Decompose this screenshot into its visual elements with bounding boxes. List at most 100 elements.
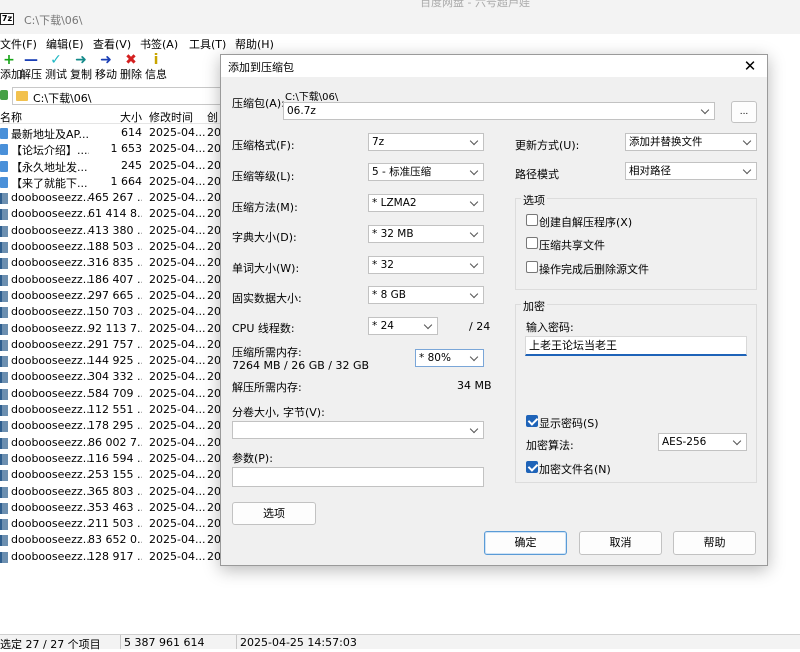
encrypt-names-checkbox[interactable] <box>526 461 538 473</box>
file-row[interactable]: 最新地址及AP... 614 2025-04... 20 <box>0 125 240 141</box>
path-mode-select[interactable]: 相对路径 <box>625 162 757 180</box>
menu-view[interactable]: 查看(V) <box>93 36 131 52</box>
memory-usage-select[interactable]: * 80% <box>415 349 484 367</box>
file-row[interactable]: doobooseezz... 83 652 0... 2025-04... 20 <box>0 532 240 548</box>
update-mode-select[interactable]: 添加并替换文件 <box>625 133 757 151</box>
show-password-checkbox[interactable] <box>526 415 538 427</box>
delete-button[interactable]: ✖ 删除 <box>119 52 143 82</box>
file-row[interactable]: doobooseezz... 211 503 ... 2025-04... 20 <box>0 516 240 532</box>
cancel-button[interactable]: 取消 <box>579 531 662 555</box>
menu-bookmarks[interactable]: 书签(A) <box>140 36 178 52</box>
level-select[interactable]: 5 - 标准压缩 <box>368 163 484 181</box>
up-folder-icon[interactable] <box>0 90 8 100</box>
file-name: doobooseezz... <box>11 386 89 400</box>
column-name[interactable]: 名称 <box>0 109 22 125</box>
copy-button[interactable]: ➜ 复制 <box>69 52 93 82</box>
file-row[interactable]: doobooseezz... 186 407 ... 2025-04... 20 <box>0 272 240 288</box>
parameters-input[interactable] <box>232 467 484 487</box>
dictionary-select[interactable]: * 32 MB <box>368 225 484 243</box>
file-created: 20 <box>207 240 221 254</box>
menu-edit[interactable]: 编辑(E) <box>46 36 84 52</box>
volume-size-combo[interactable] <box>232 421 484 439</box>
solid-size-select[interactable]: * 8 GB <box>368 286 484 304</box>
file-row[interactable]: doobooseezz... 61 414 8... 2025-04... 20 <box>0 206 240 222</box>
file-name: doobooseezz... <box>11 191 89 205</box>
file-row[interactable]: doobooseezz... 253 155 ... 2025-04... 20 <box>0 467 240 483</box>
file-row[interactable]: doobooseezz... 128 917 ... 2025-04... 20 <box>0 549 240 565</box>
document-icon <box>0 128 8 139</box>
sfx-checkbox[interactable] <box>526 214 538 226</box>
extract-button[interactable]: — 解压 <box>19 52 43 82</box>
file-row[interactable]: doobooseezz... 150 703 ... 2025-04... 20 <box>0 304 240 320</box>
archive-icon <box>0 486 8 498</box>
file-row[interactable]: doobooseezz... 584 709 ... 2025-04... 20 <box>0 386 240 402</box>
menu-help[interactable]: 帮助(H) <box>235 36 274 52</box>
file-row[interactable]: 【论坛介绍】.... 1 653 2025-04... 20 <box>0 141 240 157</box>
file-created: 20 <box>207 549 221 563</box>
file-row[interactable]: 【来了就能下... 1 664 2025-04... 20 <box>0 174 240 190</box>
file-row[interactable]: doobooseezz... 291 757 ... 2025-04... 20 <box>0 337 240 353</box>
menu-file[interactable]: 文件(F) <box>0 36 37 52</box>
cpu-threads-select[interactable]: * 24 <box>368 317 438 335</box>
file-created: 20 <box>207 468 221 482</box>
move-button[interactable]: ➜ 移动 <box>94 52 118 82</box>
archive-icon <box>0 535 8 547</box>
column-created[interactable]: 创 <box>207 109 218 125</box>
file-row[interactable]: doobooseezz... 365 803 ... 2025-04... 20 <box>0 484 240 500</box>
file-created: 20 <box>207 207 221 221</box>
options-button[interactable]: 选项 <box>232 502 316 525</box>
file-row[interactable]: doobooseezz... 304 332 ... 2025-04... 20 <box>0 369 240 385</box>
dialog-title: 添加到压缩包 <box>228 61 294 74</box>
file-name: doobooseezz... <box>11 517 89 531</box>
file-row[interactable]: doobooseezz... 144 925 ... 2025-04... 20 <box>0 353 240 369</box>
chevron-down-icon <box>469 289 479 299</box>
file-modified: 2025-04... <box>149 191 206 205</box>
file-row[interactable]: doobooseezz... 297 665 ... 2025-04... 20 <box>0 288 240 304</box>
encryption-method-select[interactable]: AES-256 <box>658 433 747 451</box>
file-name: doobooseezz... <box>11 549 89 563</box>
chevron-down-icon <box>469 352 479 362</box>
info-button[interactable]: i 信息 <box>144 52 168 82</box>
file-row[interactable]: doobooseezz... 353 463 ... 2025-04... 20 <box>0 500 240 516</box>
file-row[interactable]: doobooseezz... 178 295 ... 2025-04... 20 <box>0 418 240 434</box>
file-row[interactable]: doobooseezz... 86 002 7... 2025-04... 20 <box>0 435 240 451</box>
file-modified: 2025-04... <box>149 272 206 286</box>
format-value: 7z <box>372 136 385 148</box>
format-select[interactable]: 7z <box>368 133 484 151</box>
word-size-select[interactable]: * 32 <box>368 256 484 274</box>
shared-files-checkbox[interactable] <box>526 237 538 249</box>
file-row[interactable]: 【永久地址发... 245 2025-04... 20 <box>0 158 240 174</box>
archive-icon <box>0 307 8 319</box>
file-name: doobooseezz... <box>11 223 89 237</box>
password-input[interactable]: 上老王论坛当老王 <box>525 336 747 356</box>
file-name: doobooseezz... <box>11 419 89 433</box>
file-row[interactable]: doobooseezz... 316 835 ... 2025-04... 20 <box>0 255 240 271</box>
file-row[interactable]: doobooseezz... 413 380 ... 2025-04... 20 <box>0 223 240 239</box>
ok-button[interactable]: 确定 <box>484 531 567 555</box>
delete-after-checkbox[interactable] <box>526 261 538 273</box>
archive-icon <box>0 242 8 254</box>
file-name: 最新地址及AP... <box>11 128 89 141</box>
column-modified[interactable]: 修改时间 <box>149 109 193 125</box>
browse-button[interactable]: ... <box>731 101 757 123</box>
archive-icon <box>0 193 8 205</box>
help-button[interactable]: 帮助 <box>673 531 756 555</box>
archive-icon <box>0 421 8 433</box>
file-row[interactable]: doobooseezz... 92 113 7... 2025-04... 20 <box>0 321 240 337</box>
close-icon[interactable]: ✕ <box>739 55 761 77</box>
file-modified: 2025-04... <box>149 370 206 384</box>
chevron-down-icon <box>469 424 479 434</box>
file-row[interactable]: doobooseezz... 116 594 ... 2025-04... 20 <box>0 451 240 467</box>
menu-tools[interactable]: 工具(T) <box>189 36 226 52</box>
status-datetime: 2025-04-25 14:57:03 <box>240 636 357 649</box>
file-row[interactable]: doobooseezz... 188 503 ... 2025-04... 20 <box>0 239 240 255</box>
file-modified: 2025-04... <box>149 403 206 417</box>
file-row[interactable]: doobooseezz... 465 267 ... 2025-04... 20 <box>0 190 240 206</box>
add-button[interactable]: + 添加 <box>0 52 22 82</box>
archive-name-combo[interactable]: 06.7z <box>283 102 715 120</box>
test-button[interactable]: ✓ 测试 <box>44 52 68 82</box>
method-select[interactable]: * LZMA2 <box>368 194 484 212</box>
column-size[interactable]: 大小 <box>120 109 142 125</box>
file-row[interactable]: doobooseezz... 112 551 ... 2025-04... 20 <box>0 402 240 418</box>
address-input[interactable]: C:\下载\06\ <box>12 87 240 105</box>
